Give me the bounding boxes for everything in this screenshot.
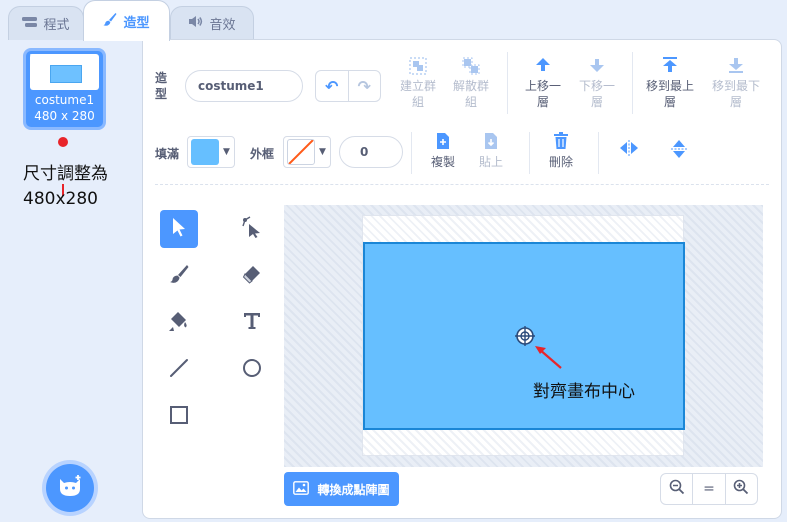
- reshape-tool[interactable]: [233, 210, 271, 248]
- divider: [507, 52, 508, 114]
- outline-color-picker[interactable]: ▼: [283, 136, 331, 168]
- fill-label: 填滿: [155, 147, 180, 161]
- ungroup-button[interactable]: 解散群 組: [441, 56, 501, 110]
- divider: [411, 132, 412, 174]
- costume-list: 1 costume1 480 x 280 尺寸調整為 480x280: [0, 40, 142, 522]
- divider: [529, 132, 530, 174]
- outline-width-input[interactable]: 0: [339, 136, 403, 168]
- paintbrush-icon: [169, 264, 189, 288]
- back-button[interactable]: 移到最下 層: [706, 56, 766, 110]
- backward-button[interactable]: 下移一 層: [567, 56, 627, 110]
- redo-button[interactable]: ↷: [349, 71, 381, 101]
- chevron-down-icon: ▼: [319, 147, 326, 157]
- eraser-tool[interactable]: [233, 257, 271, 295]
- trash-icon: [553, 132, 569, 154]
- tab-code-label: 程式: [43, 18, 70, 33]
- zoom-controls: =: [660, 473, 758, 505]
- undo-button[interactable]: ↶: [316, 71, 349, 101]
- line-icon: [169, 358, 189, 382]
- front-icon: [661, 56, 679, 78]
- brush-tool[interactable]: [160, 257, 198, 295]
- annotation-pin: [58, 137, 68, 147]
- front-button[interactable]: 移到最上 層: [640, 56, 700, 110]
- no-outline-swatch: [287, 139, 315, 165]
- arrow-cursor-icon: [171, 217, 187, 241]
- text-tool[interactable]: [233, 304, 271, 342]
- group-icon: [408, 56, 428, 78]
- paste-icon: [483, 132, 499, 154]
- canvas-page: [362, 215, 685, 456]
- zoom-out-button[interactable]: [661, 474, 692, 504]
- forward-button[interactable]: 上移一 層: [513, 56, 573, 110]
- tab-costumes-label: 造型: [123, 15, 150, 31]
- costume-thumbnail: [30, 54, 99, 90]
- fill-tool[interactable]: [160, 304, 198, 342]
- code-icon: [22, 16, 38, 32]
- costume-item[interactable]: 1 costume1 480 x 280: [23, 48, 106, 130]
- costume-name: costume1: [34, 93, 95, 107]
- undo-icon: ↶: [325, 76, 339, 96]
- cat-plus-icon: [57, 474, 83, 502]
- ungroup-icon: [461, 56, 481, 78]
- costume-index: 1: [29, 53, 36, 64]
- tab-sounds[interactable]: 音效: [170, 6, 254, 40]
- zoom-in-icon: [733, 479, 749, 499]
- square-icon: [169, 405, 189, 429]
- paste-button[interactable]: 貼上: [461, 132, 521, 170]
- annotation-arrow: [535, 346, 562, 369]
- chevron-down-icon: ▼: [223, 147, 230, 157]
- brush-icon: [103, 12, 117, 30]
- circle-tool[interactable]: [233, 351, 271, 389]
- delete-button[interactable]: 刪除: [531, 132, 591, 170]
- eraser-icon: [242, 264, 262, 288]
- group-button[interactable]: 建立群 組: [388, 56, 448, 110]
- toolbar-divider: [155, 184, 769, 185]
- forward-icon: [534, 56, 552, 78]
- circle-icon: [242, 358, 262, 382]
- redo-icon: ↷: [357, 76, 371, 96]
- undo-redo-group: ↶ ↷: [315, 70, 381, 102]
- fill-color-picker[interactable]: ▼: [187, 136, 235, 168]
- flip-vertical-icon: [670, 139, 688, 161]
- rectangle-shape[interactable]: [363, 242, 685, 430]
- fill-swatch: [191, 139, 219, 165]
- text-t-icon: [242, 311, 262, 335]
- paint-bucket-icon: [168, 310, 190, 336]
- convert-to-bitmap-button[interactable]: 轉換成點陣圖: [284, 472, 399, 506]
- tab-sounds-label: 音效: [209, 18, 236, 33]
- rectangle-tool[interactable]: [160, 398, 198, 436]
- costume-name-label: 造型: [155, 71, 168, 101]
- line-tool[interactable]: [160, 351, 198, 389]
- costume-size: 480 x 280: [34, 109, 95, 123]
- flip-vertical-button[interactable]: [649, 139, 709, 161]
- speaker-icon: [188, 15, 203, 32]
- zoom-in-button[interactable]: [724, 474, 757, 504]
- size-annotation: 尺寸調整為 480x280: [23, 164, 108, 209]
- backward-icon: [588, 56, 606, 78]
- flip-horizontal-icon: [619, 139, 639, 161]
- back-icon: [727, 56, 745, 78]
- image-icon: [293, 480, 310, 498]
- tab-code[interactable]: 程式: [8, 6, 84, 40]
- outline-label: 外框: [250, 147, 275, 161]
- paint-canvas[interactable]: [284, 205, 763, 467]
- select-tool[interactable]: [160, 210, 198, 248]
- paint-editor: 造型 costume1 ↶ ↷ 建立群 組 解散群 組 上移一 層 下移一 層: [142, 39, 782, 519]
- zoom-reset-button[interactable]: =: [692, 474, 724, 504]
- zoom-out-icon: [669, 479, 685, 499]
- editor-tabs: 程式 造型 音效: [0, 0, 787, 41]
- divider: [632, 52, 633, 114]
- reshape-icon: [241, 216, 263, 242]
- costume-name-input[interactable]: costume1: [185, 70, 303, 102]
- add-costume-button[interactable]: [46, 464, 94, 512]
- copy-icon: [435, 132, 451, 154]
- tab-costumes[interactable]: 造型: [83, 0, 170, 41]
- center-annotation: 對齊畫布中心: [533, 382, 635, 402]
